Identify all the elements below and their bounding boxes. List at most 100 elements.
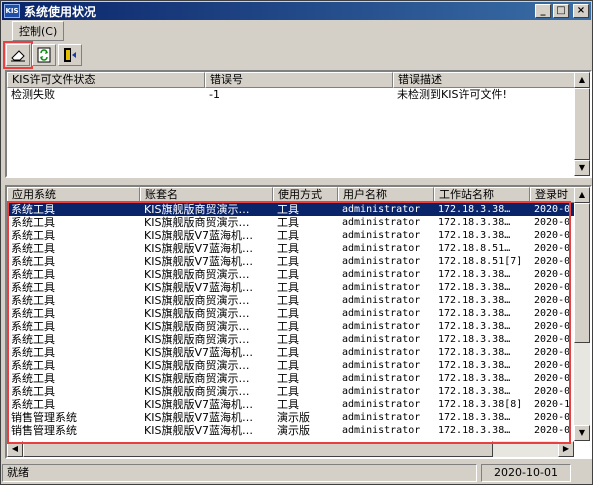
scroll-thumb[interactable] bbox=[574, 203, 590, 343]
table-row[interactable]: 系统工具 KIS旗舰版V7蓝海机… 工具 administrator 172.18.8.… bbox=[7, 242, 590, 255]
column-header[interactable]: 应用系统 bbox=[7, 187, 140, 203]
license-vertical-scrollbar[interactable]: ▲ ▼ bbox=[574, 72, 590, 176]
column-header[interactable]: 用户名称 bbox=[338, 187, 434, 203]
app-system-cell: 系统工具 bbox=[11, 307, 55, 320]
usage-rows: 系统工具 KIS旗舰版商贸演示… 工具 administrator 172.18.3.3… bbox=[7, 203, 590, 437]
usage-mode-cell: 工具 bbox=[277, 320, 299, 333]
close-button[interactable]: × bbox=[573, 4, 589, 18]
column-header[interactable]: 错误描述 bbox=[393, 72, 590, 88]
scroll-up-button[interactable]: ▲ bbox=[574, 187, 590, 203]
table-row[interactable]: 系统工具 KIS旗舰版V7蓝海机… 工具 administrator 172.18.3.… bbox=[7, 398, 590, 411]
license-row[interactable]: 检测失败 -1 未检测到KIS许可文件! bbox=[7, 88, 590, 101]
account-set-cell: KIS旗舰版商贸演示… bbox=[144, 359, 250, 372]
login-time-cell: 2020-0 bbox=[534, 295, 571, 306]
login-time-cell: 2020-0 bbox=[534, 204, 571, 215]
exit-button[interactable] bbox=[58, 44, 82, 66]
account-set-cell: KIS旗舰版V7蓝海机… bbox=[144, 255, 253, 268]
login-time-cell: 2020-0 bbox=[534, 334, 571, 345]
user-name-cell: administrator bbox=[342, 217, 421, 228]
scroll-right-button[interactable]: ▶ bbox=[558, 441, 574, 457]
usage-mode-cell: 工具 bbox=[277, 229, 299, 242]
table-row[interactable]: 系统工具 KIS旗舰版商贸演示… 工具 administrator 172.18.3.3… bbox=[7, 385, 590, 398]
eraser-icon bbox=[11, 50, 25, 62]
table-row[interactable]: 系统工具 KIS旗舰版V7蓝海机… 工具 administrator 172.18.3.… bbox=[7, 229, 590, 242]
refresh-button[interactable] bbox=[32, 44, 56, 66]
maximize-button[interactable]: □ bbox=[553, 4, 569, 18]
user-name-cell: administrator bbox=[342, 269, 421, 280]
workstation-cell: 172.18.3.38… bbox=[438, 321, 511, 332]
workstation-cell: 172.18.3.38[8] bbox=[438, 399, 523, 410]
account-set-cell: KIS旗舰版V7蓝海机… bbox=[144, 424, 253, 437]
user-name-cell: administrator bbox=[342, 347, 421, 358]
app-system-cell: 系统工具 bbox=[11, 203, 55, 216]
table-row[interactable]: 系统工具 KIS旗舰版商贸演示… 工具 administrator 172.18.3.3… bbox=[7, 307, 590, 320]
scroll-down-button[interactable]: ▼ bbox=[574, 160, 590, 176]
title-bar[interactable]: KIS 系统使用状况 _ □ × bbox=[2, 2, 591, 20]
app-system-cell: 系统工具 bbox=[11, 359, 55, 372]
account-set-cell: KIS旗舰版商贸演示… bbox=[144, 294, 250, 307]
workstation-cell: 172.18.3.38… bbox=[438, 425, 511, 436]
column-header[interactable]: 登录时 bbox=[530, 187, 578, 203]
login-time-cell: 2020-0 bbox=[534, 386, 571, 397]
app-system-cell: 系统工具 bbox=[11, 294, 55, 307]
column-header[interactable]: 账套名 bbox=[140, 187, 273, 203]
horizontal-scroll-thumb[interactable] bbox=[23, 441, 493, 457]
usage-mode-cell: 工具 bbox=[277, 242, 299, 255]
usage-mode-cell: 工具 bbox=[277, 346, 299, 359]
app-system-cell: 系统工具 bbox=[11, 229, 55, 242]
table-row[interactable]: 系统工具 KIS旗舰版V7蓝海机… 工具 administrator 172.18.3.… bbox=[7, 346, 590, 359]
app-system-cell: 系统工具 bbox=[11, 372, 55, 385]
workstation-cell: 172.18.3.38… bbox=[438, 308, 511, 319]
table-row[interactable]: 系统工具 KIS旗舰版商贸演示… 工具 administrator 172.18.3.3… bbox=[7, 372, 590, 385]
user-name-cell: administrator bbox=[342, 321, 421, 332]
table-row[interactable]: 系统工具 KIS旗舰版商贸演示… 工具 administrator 172.18.3.3… bbox=[7, 203, 590, 216]
refresh-icon bbox=[37, 47, 51, 63]
account-set-cell: KIS旗舰版V7蓝海机… bbox=[144, 346, 253, 359]
column-header[interactable]: 错误号 bbox=[205, 72, 393, 88]
column-header[interactable]: KIS许可文件状态 bbox=[7, 72, 205, 88]
table-row[interactable]: 系统工具 KIS旗舰版V7蓝海机… 工具 administrator 172.18.3.… bbox=[7, 281, 590, 294]
menu-bar: 控制(C) bbox=[2, 21, 591, 41]
workstation-cell: 172.18.3.38… bbox=[438, 269, 511, 280]
workstation-cell: 172.18.3.38… bbox=[438, 230, 511, 241]
scroll-up-button[interactable]: ▲ bbox=[574, 72, 590, 88]
table-row[interactable]: 销售管理系统 KIS旗舰版V7蓝海机… 演示版 administrator 172.18… bbox=[7, 411, 590, 424]
scroll-down-button[interactable]: ▼ bbox=[574, 425, 590, 441]
status-date: 2020-10-01 bbox=[481, 464, 571, 482]
workstation-cell: 172.18.3.38… bbox=[438, 204, 511, 215]
usage-vertical-scrollbar[interactable]: ▲ ▼ bbox=[574, 187, 590, 441]
table-row[interactable]: 系统工具 KIS旗舰版商贸演示… 工具 administrator 172.18.3.3… bbox=[7, 320, 590, 333]
app-system-cell: 系统工具 bbox=[11, 398, 55, 411]
user-name-cell: administrator bbox=[342, 230, 421, 241]
usage-mode-cell: 演示版 bbox=[277, 424, 310, 437]
table-row[interactable]: 系统工具 KIS旗舰版商贸演示… 工具 administrator 172.18.3.3… bbox=[7, 359, 590, 372]
exit-door-icon bbox=[64, 48, 76, 62]
usage-mode-cell: 工具 bbox=[277, 216, 299, 229]
table-row[interactable]: 系统工具 KIS旗舰版商贸演示… 工具 administrator 172.18.3.3… bbox=[7, 294, 590, 307]
usage-mode-cell: 工具 bbox=[277, 294, 299, 307]
user-name-cell: administrator bbox=[342, 360, 421, 371]
table-row[interactable]: 系统工具 KIS旗舰版商贸演示… 工具 administrator 172.18.3.3… bbox=[7, 216, 590, 229]
usage-mode-cell: 工具 bbox=[277, 255, 299, 268]
login-time-cell: 2020-0 bbox=[534, 308, 571, 319]
column-header[interactable]: 工作站名称 bbox=[434, 187, 530, 203]
login-time-cell: 2020-0 bbox=[534, 230, 571, 241]
clear-button[interactable] bbox=[3, 41, 33, 69]
minimize-button[interactable]: _ bbox=[535, 4, 551, 18]
app-system-cell: 系统工具 bbox=[11, 281, 55, 294]
usage-horizontal-scrollbar[interactable]: ◀ ▶ bbox=[7, 441, 574, 457]
column-header[interactable]: 使用方式 bbox=[273, 187, 338, 203]
scroll-left-button[interactable]: ◀ bbox=[7, 441, 23, 457]
scroll-thumb[interactable] bbox=[574, 88, 590, 160]
status-bar: 就绪 2020-10-01 bbox=[2, 463, 591, 483]
table-row[interactable]: 系统工具 KIS旗舰版商贸演示… 工具 administrator 172.18.3.3… bbox=[7, 268, 590, 281]
app-system-cell: 系统工具 bbox=[11, 346, 55, 359]
app-system-cell: 销售管理系统 bbox=[11, 424, 77, 437]
table-row[interactable]: 系统工具 KIS旗舰版商贸演示… 工具 administrator 172.18.3.3… bbox=[7, 333, 590, 346]
login-time-cell: 2020-0 bbox=[534, 347, 571, 358]
login-time-cell: 2020-0 bbox=[534, 217, 571, 228]
account-set-cell: KIS旗舰版V7蓝海机… bbox=[144, 229, 253, 242]
table-row[interactable]: 销售管理系统 KIS旗舰版V7蓝海机… 演示版 administrator 172.18… bbox=[7, 424, 590, 437]
table-row[interactable]: 系统工具 KIS旗舰版V7蓝海机… 工具 administrator 172.18.8.… bbox=[7, 255, 590, 268]
menu-control[interactable]: 控制(C) bbox=[12, 21, 65, 41]
